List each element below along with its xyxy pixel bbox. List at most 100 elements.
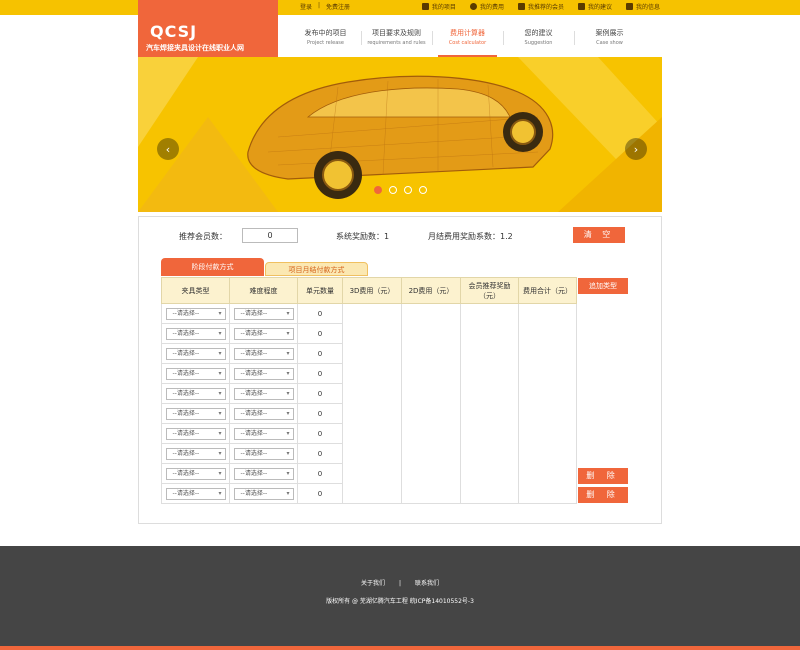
nav-suggestion[interactable]: 您的建议 Suggestion [503,28,574,46]
fee-cell [460,423,519,444]
unit-count-cell[interactable]: 0 [297,443,343,464]
main-nav: 发布中的项目 Project release 项目要求及规则 requireme… [290,28,645,57]
fee-cell [518,363,577,384]
difficulty-select[interactable]: --请选择-- [233,387,294,400]
table-cell: --请选择-- [161,463,230,484]
nav-sublabel: Cost calculator [448,40,487,46]
table-cell: --请选择-- [161,443,230,464]
difficulty-select[interactable]: --请选择-- [233,427,294,440]
banner-dot[interactable] [389,186,397,194]
fixture-type-select[interactable]: --请选择-- [165,487,226,500]
fixture-type-select[interactable]: --请选择-- [165,427,226,440]
fixture-type-select[interactable]: --请选择-- [165,407,226,420]
table-cell: --请选择-- [161,423,230,444]
contact-link[interactable]: 联系我们 [415,580,439,587]
my-referred-members-link[interactable]: 我推荐的会员 [517,2,564,11]
register-link[interactable]: 免费注册 [326,2,350,11]
table-cell: --请选择-- [229,483,298,504]
fixture-type-select[interactable]: --请选择-- [165,307,226,320]
my-fees-link[interactable]: 我的费用 [469,2,504,11]
table-cell: --请选择-- [229,323,298,344]
table-cell: --请选择-- [229,303,298,324]
fixture-type-select[interactable]: --请选择-- [165,367,226,380]
nav-label: 您的建议 [524,29,553,37]
edit-icon [577,3,585,10]
link-separator: | [318,2,321,9]
column-header: 2D费用（元） [401,277,461,304]
table-row: --请选择----请选择--0 [161,403,577,424]
my-suggestions-link[interactable]: 我的建议 [577,2,612,11]
banner-dot[interactable] [419,186,427,194]
login-link[interactable]: 登录 [300,2,312,11]
monthly-coefficient-text: 月结费用奖励系数：1.2 [428,232,513,241]
fixture-type-select[interactable]: --请选择-- [165,347,226,360]
fee-cell [518,443,577,464]
my-info-link[interactable]: 我的信息 [625,2,660,11]
difficulty-select[interactable]: --请选择-- [233,487,294,500]
add-type-button[interactable]: 追加类型 [578,278,628,294]
tab-stage-payment[interactable]: 阶段付款方式 [161,258,264,276]
fee-cell [460,403,519,424]
nav-requirements[interactable]: 项目要求及规则 requirements and rules [361,28,432,46]
unit-count-cell[interactable]: 0 [297,323,343,344]
fee-cell [342,343,402,364]
delete-button[interactable]: 删 除 [578,468,628,484]
nav-project-release[interactable]: 发布中的项目 Project release [290,28,361,46]
banner-pagination [374,186,427,194]
table-row: --请选择----请选择--0 [161,363,577,384]
fee-cell [460,483,519,504]
table-cell: --请选择-- [161,383,230,404]
fee-cell [518,483,577,504]
unit-count-cell[interactable]: 0 [297,363,343,384]
unit-count-cell[interactable]: 0 [297,403,343,424]
column-header: 3D费用（元） [342,277,402,304]
unit-count-cell[interactable]: 0 [297,343,343,364]
banner-prev-button[interactable]: ‹ [157,138,179,160]
nav-case-show[interactable]: 案例展示 Case show [574,28,645,46]
unit-count-cell[interactable]: 0 [297,303,343,324]
difficulty-select[interactable]: --请选择-- [233,307,294,320]
footer-separator: | [398,580,402,587]
nav-label: 发布中的项目 [304,29,347,37]
top-bar: 登录 | 免费注册 我的项目 我的费用 我推荐的会员 我的建议 我的信息 [0,0,800,15]
tab-monthly-payment[interactable]: 项目月结付款方式 [265,262,368,276]
clear-button[interactable]: 清 空 [573,227,625,243]
banner-dot[interactable] [404,186,412,194]
my-projects-link[interactable]: 我的项目 [421,2,456,11]
fee-cell [460,303,519,324]
fee-cell [401,423,461,444]
difficulty-select[interactable]: --请选择-- [233,347,294,360]
delete-button[interactable]: 删 除 [578,487,628,503]
fee-cell [460,323,519,344]
difficulty-select[interactable]: --请选择-- [233,367,294,380]
fee-cell [342,383,402,404]
nav-label: 费用计算器 [450,29,485,37]
nav-cost-calculator[interactable]: 费用计算器 Cost calculator [432,28,503,57]
unit-count-cell[interactable]: 0 [297,483,343,504]
cost-table: 夹具类型 难度程度 单元数量 3D费用（元） 2D费用（元） 会员推荐奖励（元）… [161,277,577,504]
fixture-type-select[interactable]: --请选择-- [165,327,226,340]
difficulty-select[interactable]: --请选择-- [233,447,294,460]
unit-count-cell[interactable]: 0 [297,463,343,484]
table-cell: --请选择-- [161,323,230,344]
difficulty-select[interactable]: --请选择-- [233,327,294,340]
difficulty-select[interactable]: --请选择-- [233,467,294,480]
fee-cell [401,443,461,464]
about-link[interactable]: 关于我们 [361,580,385,587]
footer-links: 关于我们 | 联系我们 [0,578,800,587]
banner-dot[interactable] [374,186,382,194]
fee-cell [460,343,519,364]
fixture-type-select[interactable]: --请选择-- [165,447,226,460]
fee-cell [342,423,402,444]
banner-next-button[interactable]: › [625,138,647,160]
difficulty-select[interactable]: --请选择-- [233,407,294,420]
table-row: --请选择----请选择--0 [161,343,577,364]
unit-count-cell[interactable]: 0 [297,423,343,444]
unit-count-cell[interactable]: 0 [297,383,343,404]
fixture-type-select[interactable]: --请选择-- [165,467,226,480]
site-logo[interactable]: QCSJ 汽车焊接夹具设计在线职业人网 [138,0,278,57]
referral-count-input[interactable]: 0 [242,228,298,243]
fee-cell [401,343,461,364]
fee-cell [518,423,577,444]
fixture-type-select[interactable]: --请选择-- [165,387,226,400]
